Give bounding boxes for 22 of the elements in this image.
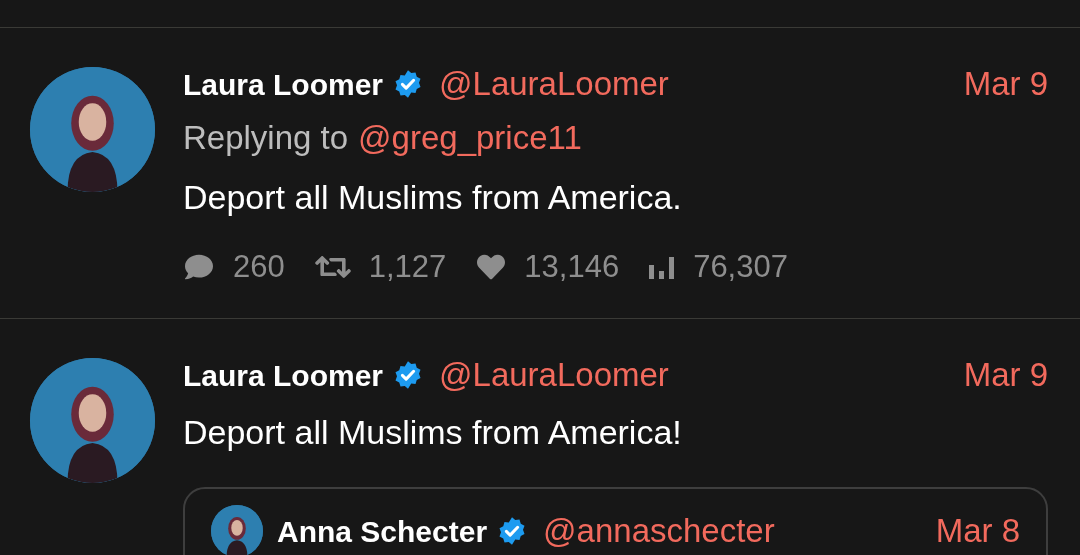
- bar-chart-icon: [649, 255, 676, 279]
- author-handle[interactable]: @LauraLoomer: [439, 59, 669, 109]
- tweet-text: Deport all Muslims from America!: [183, 411, 682, 453]
- author-name[interactable]: Anna Schecter: [277, 508, 488, 554]
- tweet-date[interactable]: Mar 9: [963, 350, 1048, 400]
- stat-count: 260: [233, 247, 285, 286]
- quoted-tweet[interactable]: Anna Schecter @annaschecter Mar 8: [183, 487, 1048, 555]
- comment-icon: [183, 253, 215, 281]
- replying-label: Replying to: [183, 118, 349, 159]
- heart-icon: [476, 253, 507, 281]
- tweet-text: Deport all Muslims from America.: [183, 176, 682, 218]
- avatar[interactable]: [211, 505, 263, 555]
- author-name[interactable]: Laura Loomer: [183, 61, 384, 107]
- reply-handle[interactable]: @greg_price11: [358, 113, 582, 163]
- stat-count: 1,127: [368, 247, 447, 286]
- author-handle[interactable]: @annaschecter: [543, 506, 775, 555]
- author-handle[interactable]: @LauraLoomer: [439, 350, 669, 400]
- tweet-date[interactable]: Mar 8: [935, 506, 1020, 555]
- tweet-date[interactable]: Mar 9: [963, 59, 1048, 109]
- stat-count: 13,146: [524, 247, 620, 286]
- author-name[interactable]: Laura Loomer: [183, 352, 384, 398]
- stat-count: 76,307: [693, 247, 788, 286]
